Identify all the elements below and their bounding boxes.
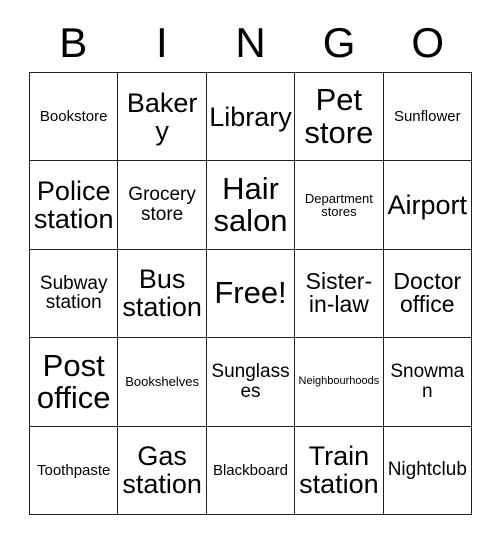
bingo-cell-r4c5[interactable]: Snowman (383, 338, 472, 427)
bingo-cell-r4c3[interactable]: Sunglasses (206, 338, 296, 427)
bingo-cell-label: Bookshelves (125, 374, 199, 390)
bingo-cell-label: Gas station (122, 441, 202, 500)
bingo-cell-r1c1[interactable]: Bookstore (30, 73, 119, 162)
bingo-cell-r5c3[interactable]: Blackboard (206, 426, 296, 515)
bingo-cell-label: Doctor office (393, 267, 462, 318)
bingo-header-letter-i: I (156, 19, 168, 66)
bingo-cell-r1c2[interactable]: Bakery (118, 73, 207, 162)
bingo-cell-label: Blackboard (212, 461, 289, 479)
bingo-cell-r4c2[interactable]: Bookshelves (118, 338, 207, 427)
bingo-cell-r3c4[interactable]: Sister-in-law (295, 249, 384, 339)
bingo-cell-label: Sister-in-law (305, 267, 373, 318)
bingo-cell-label: Toothpaste (37, 461, 111, 479)
bingo-header-row: B I N G O (29, 14, 472, 72)
bingo-header-letter-b: B (59, 19, 88, 66)
bingo-cell-r4c4[interactable]: Neighbourhoods (295, 338, 384, 427)
bingo-cell-label: Free! (214, 275, 287, 311)
bingo-cell-r5c4[interactable]: Train station (295, 426, 384, 515)
bingo-cell-label: Sunglasses (211, 361, 290, 402)
bingo-cell-r5c5[interactable]: Nightclub (383, 426, 472, 515)
bingo-grid: Bookstore Bakery Library Pet store Sunflower… (29, 72, 472, 515)
bingo-cell-label: Neighbourhoods (298, 375, 380, 388)
bingo-cell-r5c1[interactable]: Toothpaste (30, 426, 119, 515)
bingo-cell-r3c5[interactable]: Doctor office (383, 249, 472, 339)
bingo-cell-r1c3[interactable]: Library (206, 73, 296, 162)
bingo-cell-r3c3[interactable]: Free! (206, 249, 296, 339)
bingo-cell-label: Bakery (126, 87, 198, 146)
bingo-cell-label: Snowman (390, 361, 465, 402)
bingo-cell-r3c1[interactable]: Subway station (30, 249, 119, 339)
bingo-cell-label: Grocery store (128, 184, 196, 226)
bingo-cell-r2c4[interactable]: Department stores (295, 161, 384, 250)
bingo-cell-r1c5[interactable]: Sunflower (383, 73, 472, 162)
bingo-cell-label: Airport (387, 190, 468, 221)
bingo-cell-label: Sunflower (393, 107, 461, 125)
bingo-header-letter-n: N (235, 19, 266, 66)
bingo-cell-r2c3[interactable]: Hair salon (206, 161, 296, 250)
bingo-cell-label: Bookstore (39, 107, 108, 125)
bingo-cell-r2c2[interactable]: Grocery store (118, 161, 207, 250)
bingo-cell-label: Police station (33, 176, 114, 235)
bingo-cell-r2c5[interactable]: Airport (383, 161, 472, 250)
bingo-cell-label: Nightclub (387, 459, 467, 481)
bingo-cell-r2c1[interactable]: Police station (30, 161, 119, 250)
bingo-header-letter-o: O (411, 19, 444, 66)
bingo-cell-label: Library (209, 101, 292, 132)
bingo-cell-label: Bus station (122, 264, 202, 323)
bingo-cell-label: Train station (299, 441, 379, 500)
bingo-cell-r5c2[interactable]: Gas station (118, 426, 207, 515)
bingo-card: B I N G O Bookstore Bakery Library Pet stor… (0, 0, 500, 544)
bingo-cell-label: Department stores (304, 190, 373, 220)
bingo-cell-r1c4[interactable]: Pet store (295, 73, 384, 162)
bingo-cell-r4c1[interactable]: Post office (30, 338, 119, 427)
bingo-cell-r3c2[interactable]: Bus station (118, 249, 207, 339)
bingo-header-letter-g: G (322, 19, 356, 66)
bingo-cell-label: Subway station (39, 272, 108, 314)
bingo-cell-label: Hair salon (213, 170, 288, 239)
bingo-cell-label: Pet store (304, 82, 374, 150)
bingo-cell-label: Post office (36, 347, 111, 415)
